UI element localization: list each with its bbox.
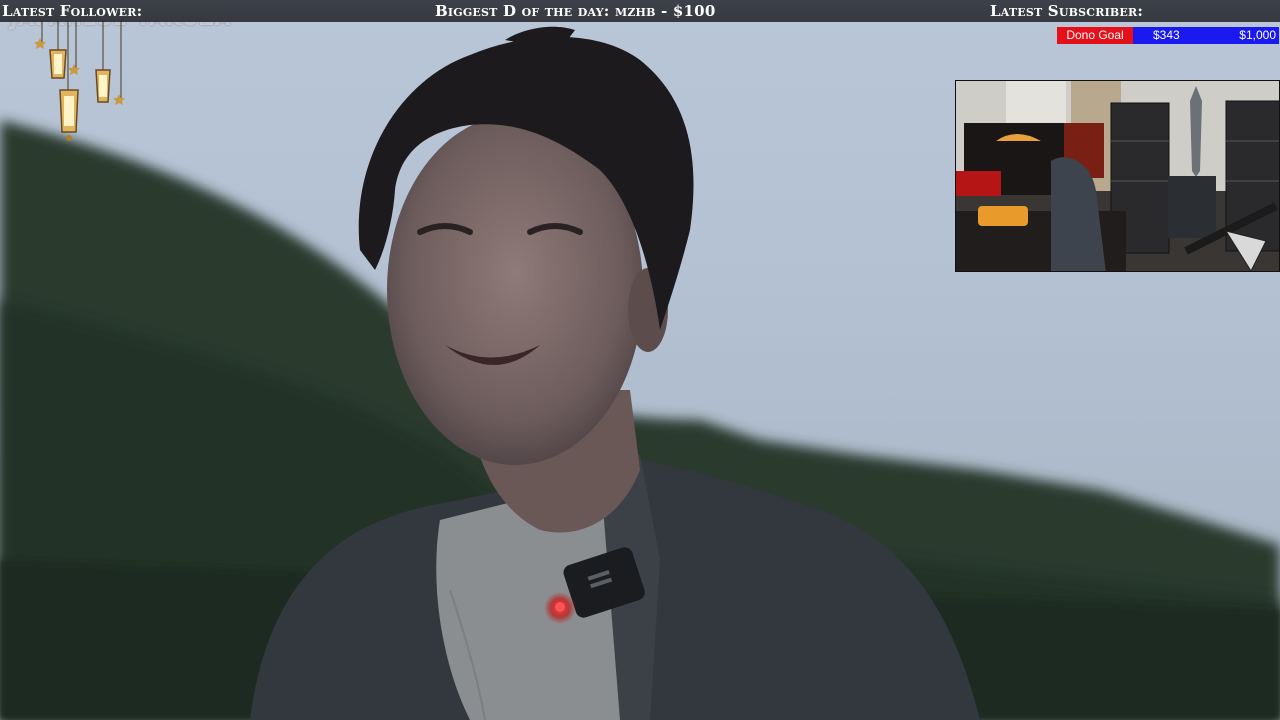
- star-icon: [34, 38, 125, 105]
- donation-goal-target: $1,000: [1239, 28, 1276, 42]
- donation-goal-widget: Dono Goal $343 $1,000: [1057, 27, 1279, 44]
- donation-goal-label: Dono Goal: [1057, 27, 1133, 44]
- latest-subscriber-label: Latest Subscriber:: [990, 2, 1144, 20]
- lantern-decoration: [34, 20, 125, 141]
- donation-goal-bar: $343 $1,000: [1133, 27, 1279, 44]
- biggest-donation-value: mzhb - $100: [614, 2, 716, 20]
- webcam-room-illustration: [956, 81, 1279, 271]
- webcam-inset: [955, 80, 1280, 272]
- stream-overlay-bar: Latest Follower: Biggest D of the day: m…: [0, 0, 1280, 22]
- latest-follower-label: Latest Follower:: [2, 2, 143, 20]
- biggest-donation-text: Biggest D of the day: mzhb - $100: [435, 0, 715, 22]
- donation-goal-current: $343: [1153, 28, 1180, 42]
- biggest-donation-label: Biggest D of the day:: [435, 2, 610, 20]
- lantern-icon: [49, 49, 111, 141]
